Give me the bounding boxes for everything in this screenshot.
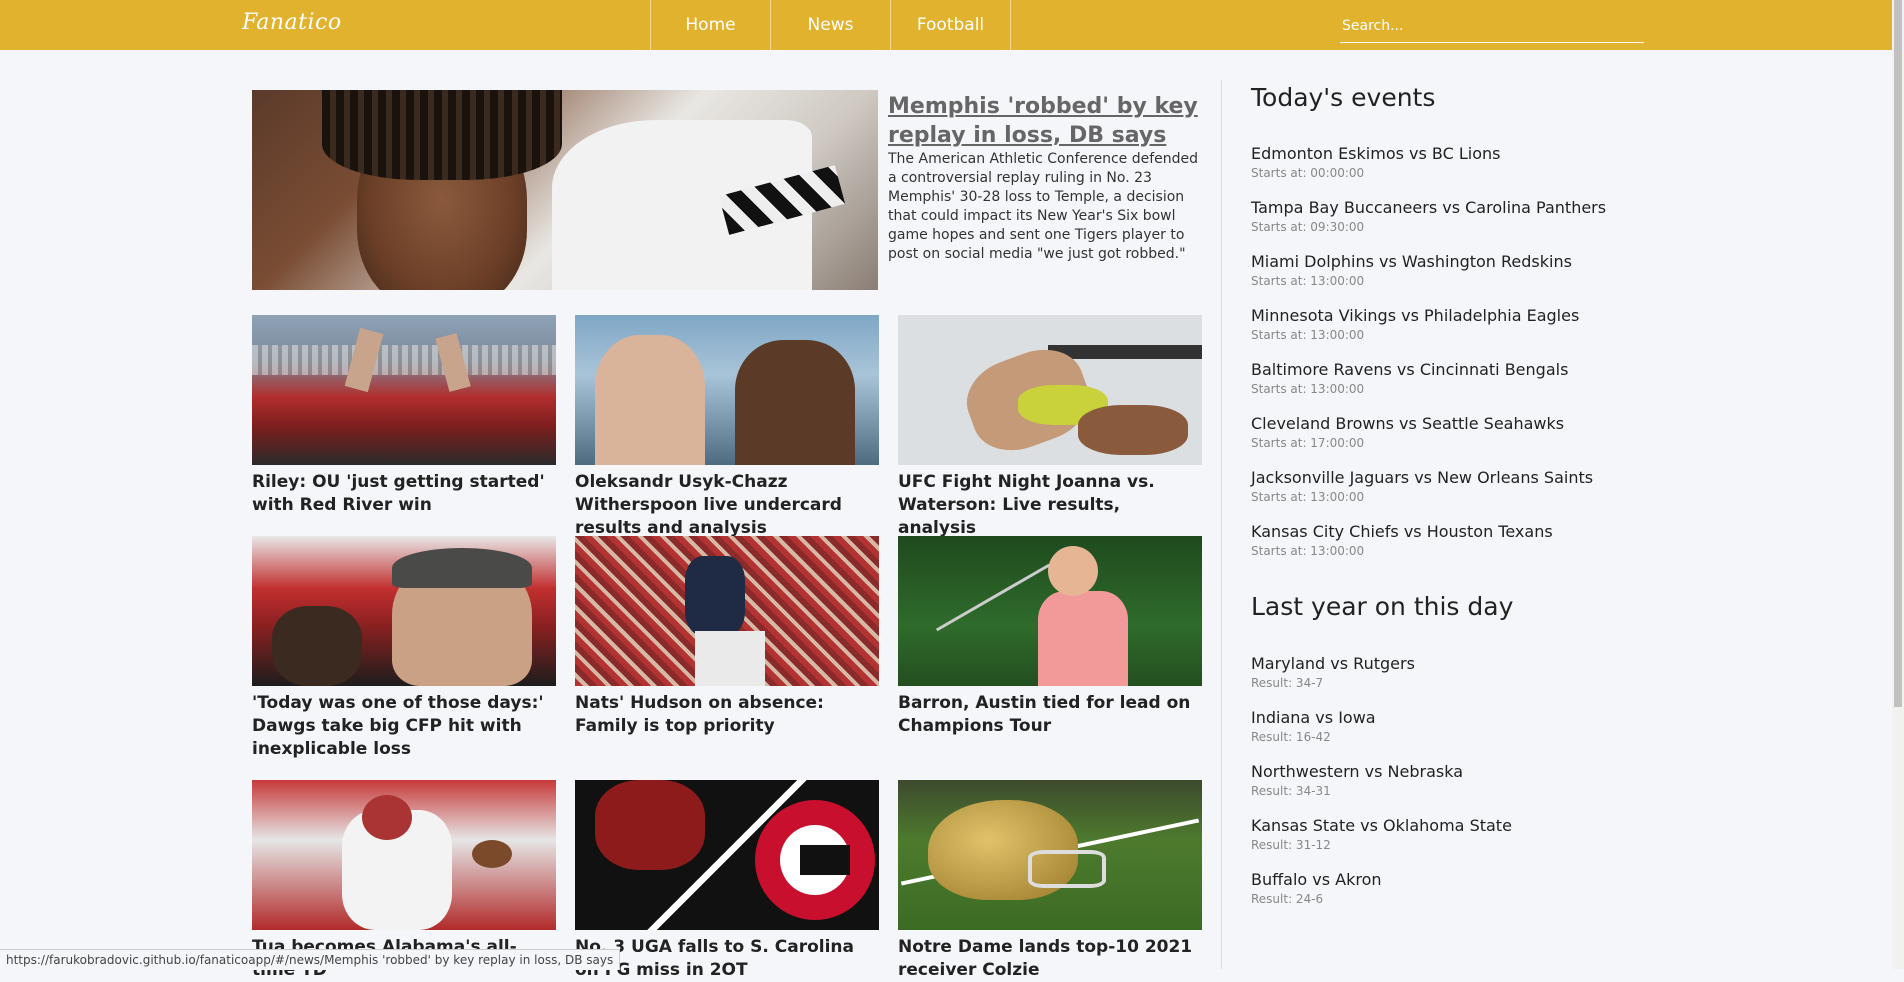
result-item: Kansas State vs Oklahoma State Result: 3… — [1251, 815, 1671, 853]
article-image[interactable] — [575, 536, 879, 686]
page-scrollbar-thumb[interactable] — [1894, 0, 1902, 707]
article-card[interactable]: No. 3 UGA falls to S. Carolina on FG mis… — [575, 780, 879, 982]
article-title[interactable]: UFC Fight Night Joanna vs. Waterson: Liv… — [898, 471, 1202, 540]
article-title[interactable]: No. 3 UGA falls to S. Carolina on FG mis… — [575, 936, 879, 982]
last-year-heading: Last year on this day — [1251, 592, 1514, 621]
result-teams: Indiana vs Iowa — [1251, 708, 1376, 727]
event-start-time: Starts at: 13:00:00 — [1251, 490, 1365, 504]
article-card[interactable]: Oleksandr Usyk-Chazz Witherspoon live un… — [575, 315, 879, 540]
event-start-time: Starts at: 13:00:00 — [1251, 328, 1365, 342]
event-start-time: Starts at: 17:00:00 — [1251, 436, 1365, 450]
event-start-time: Starts at: 13:00:00 — [1251, 544, 1365, 558]
event-item: Tampa Bay Buccaneers vs Carolina Panther… — [1251, 197, 1671, 235]
result-score: Result: 16-42 — [1251, 730, 1331, 744]
event-start-time: Starts at: 09:30:00 — [1251, 220, 1365, 234]
brand-logo[interactable]: Fanatico — [242, 10, 342, 35]
result-teams: Kansas State vs Oklahoma State — [1251, 816, 1512, 835]
event-name: Tampa Bay Buccaneers vs Carolina Panther… — [1251, 198, 1607, 217]
event-start-time: Starts at: 13:00:00 — [1251, 274, 1365, 288]
link-status-bar: https://farukobradovic.github.io/fanatic… — [0, 949, 621, 970]
result-item: Maryland vs Rutgers Result: 34-7 — [1251, 653, 1671, 691]
event-name: Cleveland Browns vs Seattle Seahawks — [1251, 414, 1565, 433]
todays-events-heading: Today's events — [1251, 83, 1436, 112]
result-item: Indiana vs Iowa Result: 16-42 — [1251, 707, 1671, 745]
result-score: Result: 34-31 — [1251, 784, 1331, 798]
event-name: Minnesota Vikings vs Philadelphia Eagles — [1251, 306, 1580, 325]
article-image[interactable] — [575, 315, 879, 465]
featured-title-link[interactable]: Memphis 'robbed' by key replay in loss, … — [888, 92, 1208, 150]
article-card[interactable]: Riley: OU 'just getting started' with Re… — [252, 315, 556, 517]
article-image[interactable] — [898, 315, 1202, 465]
event-item: Baltimore Ravens vs Cincinnati Bengals S… — [1251, 359, 1671, 397]
article-card[interactable]: Notre Dame lands top-10 2021 receiver Co… — [898, 780, 1202, 982]
result-item: Buffalo vs Akron Result: 24-6 — [1251, 869, 1671, 907]
article-image[interactable] — [252, 780, 556, 930]
nav-home[interactable]: Home — [650, 0, 770, 50]
result-score: Result: 31-12 — [1251, 838, 1331, 852]
nav-news[interactable]: News — [770, 0, 890, 50]
event-name: Edmonton Eskimos vs BC Lions — [1251, 144, 1501, 163]
search-input[interactable] — [1340, 10, 1644, 43]
event-start-time: Starts at: 00:00:00 — [1251, 166, 1365, 180]
featured-description: The American Athletic Conference defende… — [888, 151, 1199, 262]
event-start-time: Starts at: 13:00:00 — [1251, 382, 1365, 396]
article-image[interactable] — [252, 536, 556, 686]
article-card[interactable]: 'Today was one of those days:' Dawgs tak… — [252, 536, 556, 761]
result-teams: Maryland vs Rutgers — [1251, 654, 1415, 673]
article-image[interactable] — [252, 315, 556, 465]
event-name: Baltimore Ravens vs Cincinnati Bengals — [1251, 360, 1569, 379]
event-name: Jacksonville Jaguars vs New Orleans Sain… — [1251, 468, 1594, 487]
event-item: Edmonton Eskimos vs BC Lions Starts at: … — [1251, 143, 1671, 181]
event-item: Kansas City Chiefs vs Houston Texans Sta… — [1251, 521, 1671, 559]
article-card[interactable]: UFC Fight Night Joanna vs. Waterson: Liv… — [898, 315, 1202, 540]
event-name: Miami Dolphins vs Washington Redskins — [1251, 252, 1572, 271]
article-title[interactable]: 'Today was one of those days:' Dawgs tak… — [252, 692, 556, 761]
result-score: Result: 24-6 — [1251, 892, 1324, 906]
article-title[interactable]: Notre Dame lands top-10 2021 receiver Co… — [898, 936, 1202, 982]
top-navbar: Fanatico Home News Football — [0, 0, 1892, 50]
article-image[interactable] — [898, 536, 1202, 686]
event-name: Kansas City Chiefs vs Houston Texans — [1251, 522, 1553, 541]
event-item: Jacksonville Jaguars vs New Orleans Sain… — [1251, 467, 1671, 505]
column-divider — [1221, 80, 1222, 969]
event-item: Minnesota Vikings vs Philadelphia Eagles… — [1251, 305, 1671, 343]
article-title[interactable]: Barron, Austin tied for lead on Champion… — [898, 692, 1202, 738]
result-teams: Buffalo vs Akron — [1251, 870, 1382, 889]
featured-image[interactable] — [252, 90, 878, 290]
article-title[interactable]: Riley: OU 'just getting started' with Re… — [252, 471, 556, 517]
nav-football[interactable]: Football — [890, 0, 1011, 50]
article-card[interactable]: Nats' Hudson on absence: Family is top p… — [575, 536, 879, 738]
article-card[interactable]: Barron, Austin tied for lead on Champion… — [898, 536, 1202, 738]
result-teams: Northwestern vs Nebraska — [1251, 762, 1464, 781]
article-title[interactable]: Oleksandr Usyk-Chazz Witherspoon live un… — [575, 471, 879, 540]
event-item: Cleveland Browns vs Seattle Seahawks Sta… — [1251, 413, 1671, 451]
article-image[interactable] — [575, 780, 879, 930]
result-score: Result: 34-7 — [1251, 676, 1324, 690]
article-image[interactable] — [898, 780, 1202, 930]
article-title[interactable]: Nats' Hudson on absence: Family is top p… — [575, 692, 879, 738]
event-item: Miami Dolphins vs Washington Redskins St… — [1251, 251, 1671, 289]
result-item: Northwestern vs Nebraska Result: 34-31 — [1251, 761, 1671, 799]
